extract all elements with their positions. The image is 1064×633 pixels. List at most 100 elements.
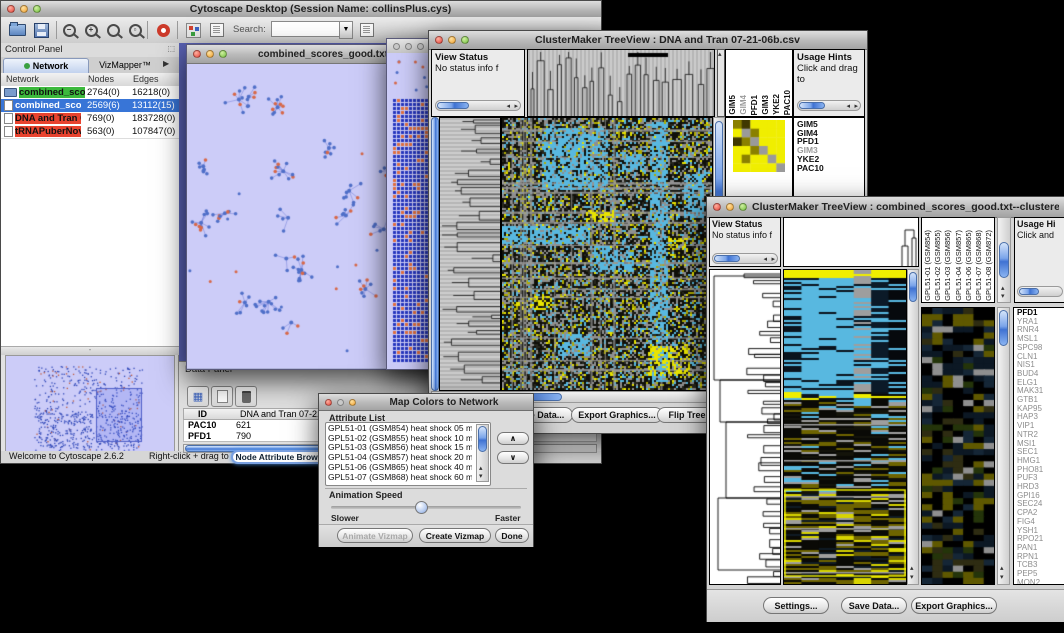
scroll-down-icon[interactable]: ▾: [1000, 574, 1004, 581]
inactive-minimize-icon[interactable]: [405, 43, 412, 50]
treeview1-status-scroll-thumb[interactable]: [437, 102, 469, 109]
close-icon[interactable]: [713, 203, 721, 211]
search-dropdown-button[interactable]: ▼: [339, 21, 353, 39]
treeview2-usage-scrollbar[interactable]: [1017, 286, 1063, 297]
column-label[interactable]: GPL51-02 (GSM855): [933, 230, 943, 301]
open-session-button[interactable]: [5, 20, 29, 40]
inactive-close-icon[interactable]: [393, 43, 400, 50]
scroll-up-icon[interactable]: ▴: [718, 51, 722, 58]
column-label[interactable]: GPL51-01 (GSM854): [923, 230, 933, 301]
map-colors-titlebar[interactable]: Map Colors to Network: [319, 394, 533, 411]
col-header-network[interactable]: Network: [6, 74, 39, 84]
close-icon[interactable]: [7, 5, 15, 13]
zoom-window-icon[interactable]: [739, 203, 747, 211]
treeview1-left-scrollbar[interactable]: [431, 117, 439, 391]
treeview2-settings-button[interactable]: Settings...: [763, 597, 829, 614]
search-input[interactable]: [271, 21, 343, 37]
minimize-icon[interactable]: [448, 36, 456, 44]
column-label[interactable]: GPL51-06 (GSM865): [964, 230, 974, 301]
scroll-down-icon[interactable]: ▾: [910, 574, 914, 581]
scroll-right-icon[interactable]: ▸: [514, 103, 518, 110]
scroll-right-icon[interactable]: ▸: [854, 103, 858, 110]
treeview2-usage-scroll-thumb[interactable]: [1019, 288, 1039, 295]
scroll-left-icon[interactable]: ◂: [763, 256, 767, 263]
treeview2-vscrollbar[interactable]: ▴ ▾: [907, 269, 919, 585]
network-list-row[interactable]: combined_sco 2569(6) 13112(15): [1, 99, 179, 112]
help-button[interactable]: [151, 20, 175, 40]
column-label[interactable]: GIM4: [739, 95, 749, 115]
treeview1-usage-scrollbar[interactable]: ◂ ▸: [797, 100, 861, 111]
attribute-select-button[interactable]: ▦: [187, 386, 209, 407]
treeview1-row-dendrogram-canvas[interactable]: [440, 118, 500, 390]
main-titlebar[interactable]: Cytoscape Desktop (Session Name: collins…: [1, 1, 601, 18]
save-session-button[interactable]: [29, 20, 53, 40]
scroll-down-icon[interactable]: ▾: [479, 473, 483, 480]
treeview2-save-data-button[interactable]: Save Data...: [841, 597, 907, 614]
network-list-row[interactable]: DNA and Tran 07 769(0) 183728(0): [1, 112, 179, 125]
zoom-window-icon[interactable]: [349, 399, 356, 406]
row-label[interactable]: PAC10: [797, 164, 864, 173]
column-label[interactable]: GIM5: [728, 95, 738, 115]
col-header-nodes[interactable]: Nodes: [88, 74, 114, 84]
treeview2-row-dendrogram-canvas[interactable]: [710, 270, 780, 584]
treeview2-status-scroll-thumb[interactable]: [714, 255, 740, 262]
inactive-zoom-icon[interactable]: [417, 43, 424, 50]
scroll-up-icon[interactable]: ▴: [1001, 285, 1005, 292]
scroll-up-icon[interactable]: ▴: [479, 465, 483, 472]
treeview1-column-dendrogram-canvas[interactable]: [528, 50, 714, 116]
treeview2-label-vscroll-thumb[interactable]: [999, 242, 1009, 278]
zoom-fit-button[interactable]: ▫: [123, 20, 147, 40]
animation-speed-slider[interactable]: [331, 506, 521, 509]
tab-vizmapper[interactable]: VizMapper™: [89, 58, 161, 72]
column-label[interactable]: PAC10: [783, 90, 793, 115]
zoom-window-icon[interactable]: [219, 50, 227, 58]
attribute-list-scrollbar[interactable]: ▴ ▾: [476, 424, 489, 482]
minimize-icon[interactable]: [337, 399, 344, 406]
treeview1-global-heatmap-canvas[interactable]: [502, 118, 712, 390]
minimize-icon[interactable]: [726, 203, 734, 211]
column-label[interactable]: GPL51-08 (GSM872): [984, 230, 994, 301]
scroll-right-icon[interactable]: ▸: [771, 256, 775, 263]
column-label[interactable]: YKE2: [772, 94, 782, 115]
zoom-out-button[interactable]: −: [57, 20, 81, 40]
scroll-up-icon[interactable]: ▴: [910, 565, 914, 572]
scroll-up-icon[interactable]: ▴: [1000, 565, 1004, 572]
treeview2-titlebar[interactable]: ClusterMaker TreeView : combined_scores_…: [707, 197, 1064, 218]
treeview2-vscroll-thumb[interactable]: [909, 272, 917, 302]
scroll-left-icon[interactable]: ◂: [846, 103, 850, 110]
data-col-id[interactable]: ID: [198, 409, 207, 419]
birdseye-grip[interactable]: ⁃: [1, 346, 179, 355]
new-attribute-button[interactable]: [211, 386, 233, 407]
delete-attribute-button[interactable]: [235, 386, 257, 407]
network-list-row[interactable]: tRNAPuberNov2+ 563(0) 107847(0): [1, 125, 179, 138]
network-list-row[interactable]: combined_scores 2764(0) 16218(0): [1, 86, 179, 99]
column-label[interactable]: GPL51-04 (GSM857): [954, 230, 964, 301]
treeview2-label-vscrollbar[interactable]: ▴ ▾: [997, 217, 1011, 303]
minimize-icon[interactable]: [206, 50, 214, 58]
slider-thumb[interactable]: [415, 501, 428, 514]
minimize-icon[interactable]: [20, 5, 28, 13]
scroll-left-icon[interactable]: ◂: [506, 103, 510, 110]
attribute-list-item[interactable]: GPL51-07 (GSM868) heat shock 60 min: [328, 473, 472, 482]
zoom-window-icon[interactable]: [461, 36, 469, 44]
treeview2-export-graphics-button[interactable]: Export Graphics...: [911, 597, 997, 614]
treeview1-titlebar[interactable]: ClusterMaker TreeView : DNA and Tran 07-…: [429, 31, 867, 50]
column-label[interactable]: GPL51-07 (GSM868): [974, 230, 984, 301]
treeview2-status-scrollbar[interactable]: ◂ ▸: [712, 253, 778, 264]
treeview1-status-scrollbar[interactable]: ◂ ▸: [435, 100, 521, 111]
move-up-button[interactable]: ∧: [497, 432, 529, 445]
treeview1-export-graphics-button[interactable]: Export Graphics...: [571, 407, 663, 423]
scroll-down-icon[interactable]: ▾: [1001, 293, 1005, 300]
treeview2-zoom-vscroll-thumb[interactable]: [999, 310, 1008, 346]
close-icon[interactable]: [325, 399, 332, 406]
column-label[interactable]: PFD1: [750, 95, 760, 115]
tab-network[interactable]: Network: [3, 58, 89, 74]
node-attribute-browser-button[interactable]: Node Attribute Brows: [231, 450, 327, 464]
treeview2-zoom-vscrollbar[interactable]: ▴ ▾: [997, 307, 1010, 585]
zoom-in-button[interactable]: +: [79, 20, 103, 40]
treeview1-usage-scroll-thumb[interactable]: [799, 102, 825, 109]
close-icon[interactable]: [435, 36, 443, 44]
move-down-button[interactable]: ∨: [497, 451, 529, 464]
treeview2-column-tree-canvas[interactable]: [784, 218, 918, 266]
animate-vizmap-button[interactable]: Animate Vizmap: [337, 528, 413, 543]
